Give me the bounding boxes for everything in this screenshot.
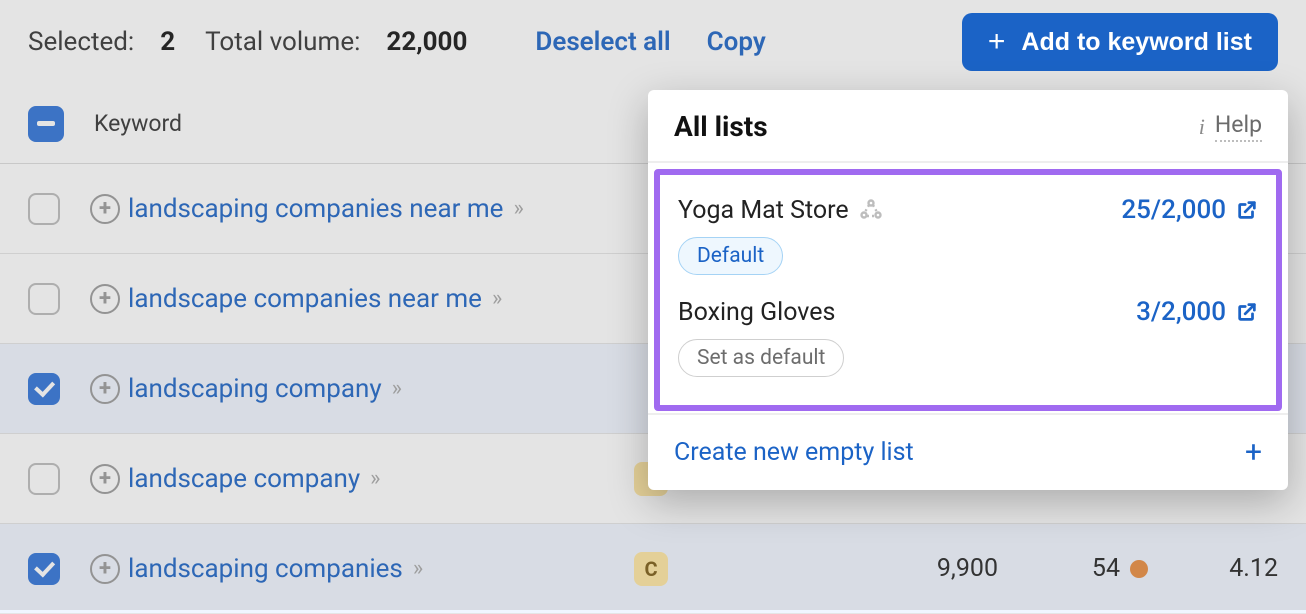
list-count-link[interactable]: 25/2,000 bbox=[1121, 195, 1258, 225]
chevron-right-icon: » bbox=[413, 556, 418, 581]
kd-cell: 54 bbox=[1092, 554, 1120, 583]
keyword-link[interactable]: landscaping company bbox=[128, 374, 382, 404]
total-volume-label: Total volume: bbox=[205, 27, 360, 57]
shared-icon bbox=[859, 198, 883, 222]
keyword-lists-panel: All lists i Help Yoga Mat Store 25/2,000… bbox=[648, 90, 1288, 490]
volume-cell: 9,900 bbox=[848, 554, 998, 583]
table-row: + landscaping companies » C 9,900 54 4.1… bbox=[0, 524, 1306, 614]
lists-highlight-box: Yoga Mat Store 25/2,000 Default Boxing G… bbox=[654, 169, 1282, 411]
expand-icon[interactable]: + bbox=[90, 464, 120, 494]
set-default-pill[interactable]: Set as default bbox=[678, 339, 844, 377]
row-checkbox[interactable] bbox=[28, 283, 60, 315]
create-new-list-button[interactable]: Create new empty list + bbox=[648, 413, 1288, 490]
expand-icon[interactable]: + bbox=[90, 284, 120, 314]
keyword-link[interactable]: landscape companies near me bbox=[128, 284, 482, 314]
info-icon: i bbox=[1199, 114, 1205, 140]
intent-badge: C bbox=[634, 552, 668, 586]
add-button-label: Add to keyword list bbox=[1021, 28, 1252, 57]
keyword-list-item[interactable]: Yoga Mat Store 25/2,000 Default bbox=[674, 187, 1262, 289]
list-name: Yoga Mat Store bbox=[678, 196, 883, 225]
create-list-label: Create new empty list bbox=[674, 438, 914, 467]
help-link[interactable]: i Help bbox=[1199, 111, 1262, 142]
keyword-link[interactable]: landscape company bbox=[128, 464, 360, 494]
deselect-all-link[interactable]: Deselect all bbox=[535, 27, 670, 57]
selected-label: Selected: bbox=[28, 27, 134, 57]
selected-count: 2 bbox=[160, 27, 175, 57]
help-label: Help bbox=[1215, 111, 1262, 142]
chevron-right-icon: » bbox=[513, 196, 518, 221]
row-checkbox[interactable] bbox=[28, 373, 60, 405]
keyword-link[interactable]: landscaping companies near me bbox=[128, 194, 503, 224]
master-checkbox[interactable] bbox=[28, 106, 64, 142]
expand-icon[interactable]: + bbox=[90, 374, 120, 404]
plus-icon: + bbox=[988, 27, 1006, 57]
external-link-icon bbox=[1236, 199, 1258, 221]
cpc-cell: 4.12 bbox=[1148, 554, 1278, 583]
copy-link[interactable]: Copy bbox=[707, 27, 766, 57]
default-pill[interactable]: Default bbox=[678, 237, 783, 275]
expand-icon[interactable]: + bbox=[90, 554, 120, 584]
chevron-right-icon: » bbox=[492, 286, 497, 311]
row-checkbox[interactable] bbox=[28, 553, 60, 585]
expand-icon[interactable]: + bbox=[90, 194, 120, 224]
keyword-list-item[interactable]: Boxing Gloves 3/2,000 Set as default bbox=[674, 289, 1262, 391]
panel-title: All lists bbox=[674, 110, 768, 143]
plus-icon: + bbox=[1245, 435, 1262, 470]
external-link-icon bbox=[1236, 301, 1258, 323]
chevron-right-icon: » bbox=[392, 376, 397, 401]
kd-dot-icon bbox=[1130, 560, 1148, 578]
panel-header: All lists i Help bbox=[648, 90, 1288, 163]
total-volume-value: 22,000 bbox=[386, 27, 467, 57]
list-count-link[interactable]: 3/2,000 bbox=[1136, 297, 1258, 327]
top-bar: Selected: 2 Total volume: 22,000 Deselec… bbox=[0, 0, 1306, 84]
row-checkbox[interactable] bbox=[28, 193, 60, 225]
keyword-link[interactable]: landscaping companies bbox=[128, 554, 403, 584]
add-to-keyword-list-button[interactable]: + Add to keyword list bbox=[962, 13, 1278, 71]
row-checkbox[interactable] bbox=[28, 463, 60, 495]
chevron-right-icon: » bbox=[370, 466, 375, 491]
list-name: Boxing Gloves bbox=[678, 298, 835, 327]
column-keyword: Keyword bbox=[94, 110, 182, 137]
